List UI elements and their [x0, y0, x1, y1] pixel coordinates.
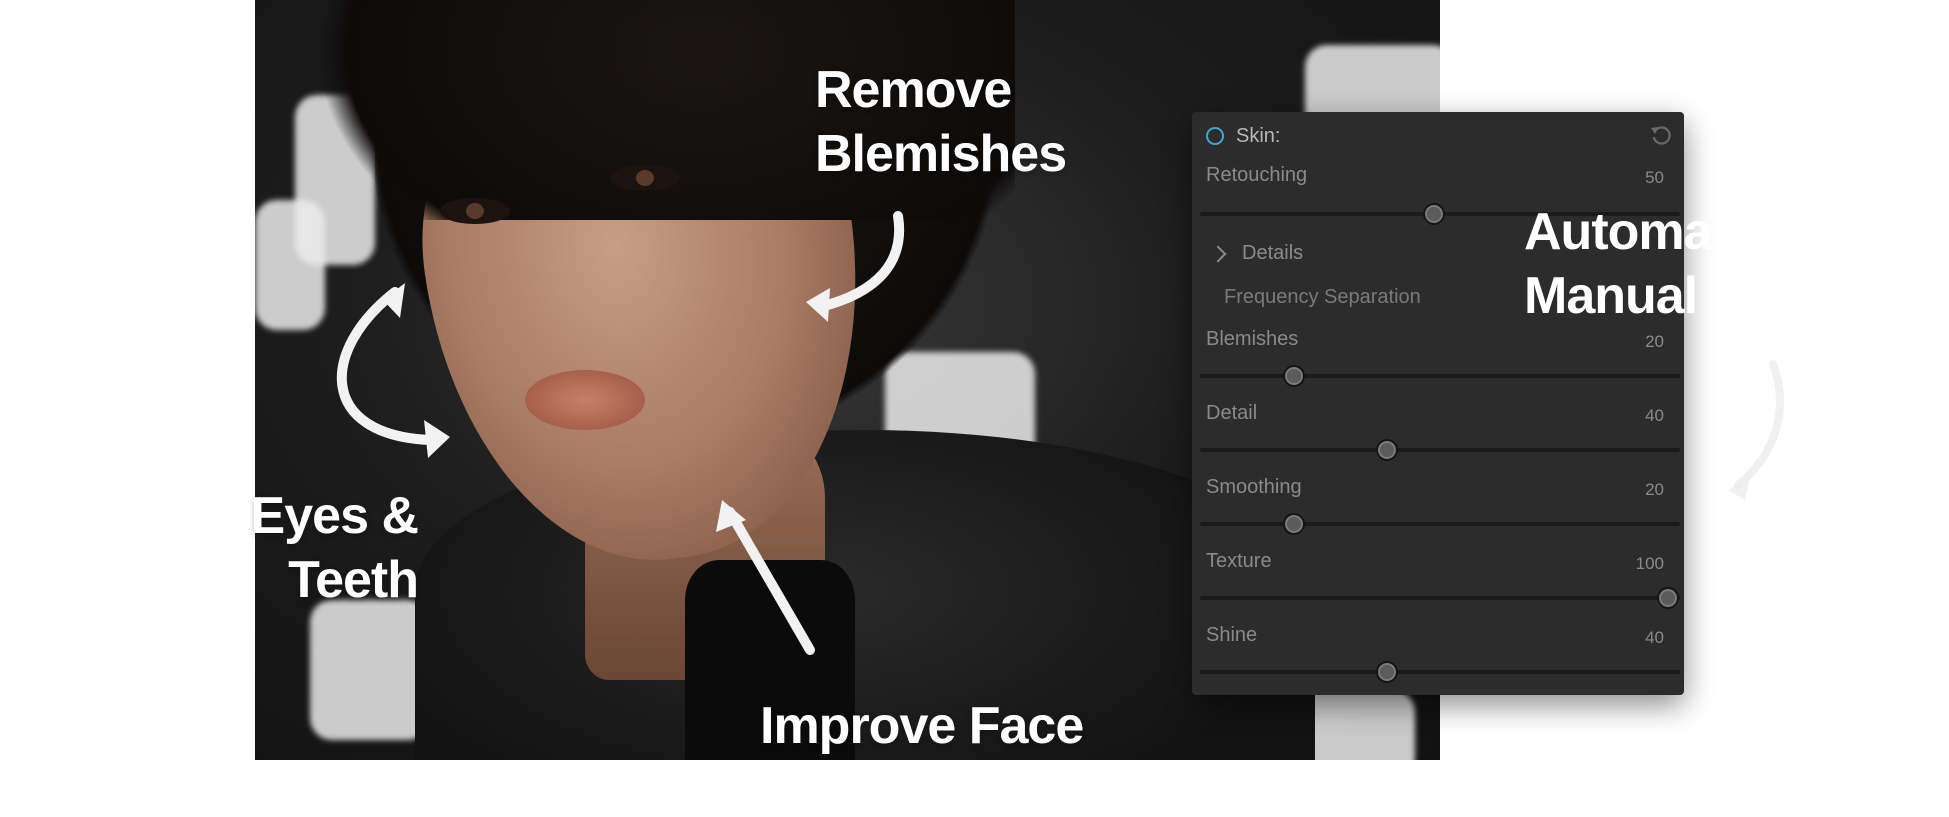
smoothing-slider-thumb[interactable]	[1282, 513, 1305, 535]
blemishes-value: 20	[1645, 332, 1664, 351]
arrowhead-automatic	[1728, 478, 1750, 500]
shine-slider-track[interactable]	[1200, 661, 1680, 683]
reset-icon[interactable]	[1648, 122, 1674, 148]
improve-face-label: Improve Face	[760, 697, 1084, 755]
details-expander[interactable]: Details	[1209, 242, 1304, 265]
blemishes-label: Blemishes	[1206, 328, 1299, 350]
panel-title: Skin:	[1236, 124, 1281, 147]
retouching-slider-thumb[interactable]	[1423, 203, 1445, 225]
toggle-ring-icon[interactable]	[1206, 127, 1224, 145]
detail-slider-thumb[interactable]	[1376, 439, 1399, 461]
retouching-label: Retouching	[1206, 164, 1308, 186]
automatic-manual-label: Automa Manual	[1524, 203, 1713, 325]
smoothing-slider-track[interactable]	[1200, 513, 1680, 535]
texture-slider-track[interactable]	[1200, 587, 1680, 609]
chevron-right-icon	[1209, 245, 1227, 262]
texture-label: Texture	[1206, 550, 1272, 572]
shine-slider-thumb[interactable]	[1376, 661, 1399, 683]
texture-slider-thumb[interactable]	[1657, 587, 1679, 609]
blemishes-slider-thumb[interactable]	[1282, 365, 1305, 387]
eyes-teeth-label: Eyes & Teeth	[250, 487, 419, 609]
detail-label: Detail	[1206, 402, 1258, 424]
blemishes-slider-track[interactable]	[1200, 365, 1680, 387]
shine-value: 40	[1645, 628, 1664, 647]
detail-value: 40	[1645, 406, 1664, 425]
smoothing-label: Smoothing	[1206, 476, 1302, 498]
panel-header: Skin:	[1206, 122, 1280, 150]
texture-value: 100	[1635, 554, 1664, 573]
detail-slider-track[interactable]	[1200, 439, 1680, 461]
shine-label: Shine	[1206, 624, 1258, 646]
remove-blemishes-label: Remove Blemishes	[815, 61, 1067, 183]
details-label: Details	[1242, 242, 1304, 264]
smoothing-value: 20	[1645, 480, 1664, 499]
retouching-value: 50	[1645, 168, 1664, 187]
frequency-separation-label[interactable]: Frequency Separation	[1224, 286, 1421, 309]
arrow-automatic	[1734, 360, 1784, 489]
